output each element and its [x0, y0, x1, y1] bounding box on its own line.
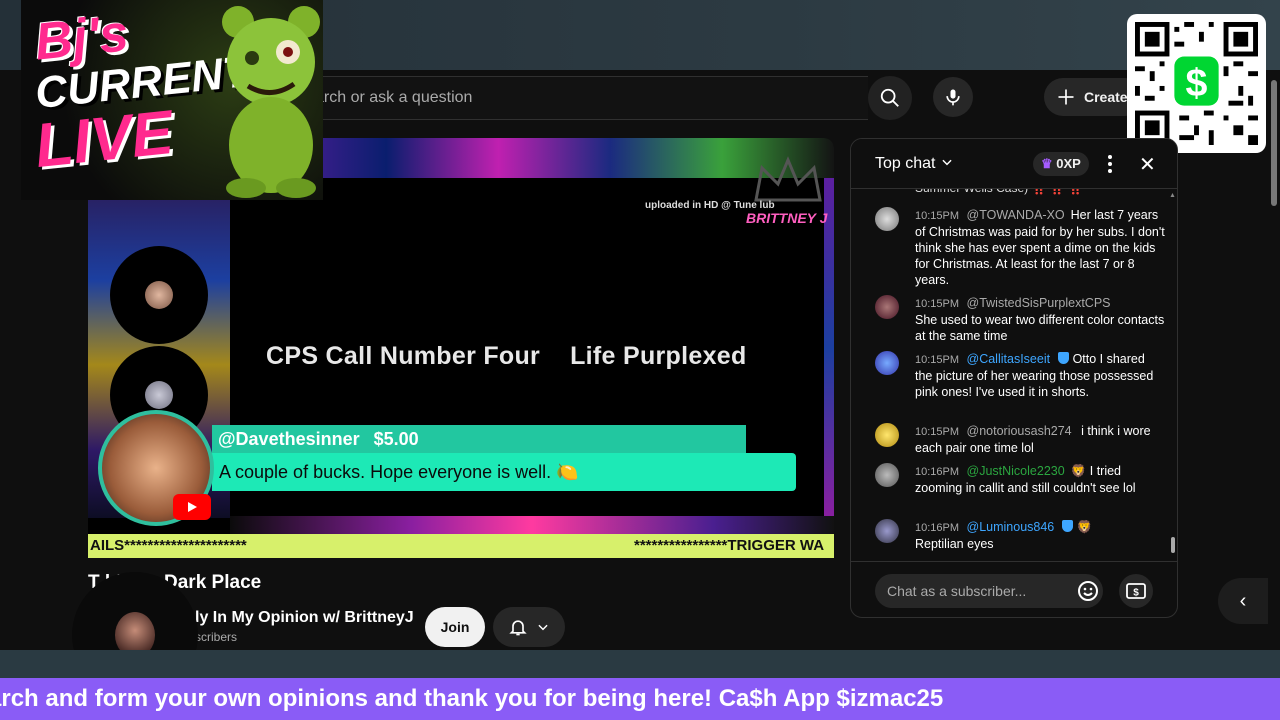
- bell-icon: [509, 620, 527, 636]
- more-options-icon[interactable]: [1103, 153, 1117, 175]
- super-chat-button[interactable]: $: [1119, 574, 1153, 608]
- chat-text: Reptilian eyes: [915, 537, 994, 551]
- live-chat-panel: Summer Wells Case) ‼️ ‼️ ‼️ 10:15PM @TOW…: [850, 138, 1178, 618]
- expand-panel-button[interactable]: ‹: [1218, 578, 1268, 624]
- guest-avatar: [110, 246, 208, 344]
- close-chat-icon[interactable]: ✕: [1139, 152, 1156, 177]
- page-bottom-strip: [0, 650, 1280, 678]
- xp-badge[interactable]: ♛ 0XP: [1033, 152, 1089, 176]
- chat-message: 10:15PM @TOWANDA-XO Her last 7 years of C…: [875, 207, 1165, 288]
- superchat-header: @Davethesinner $5.00: [212, 425, 746, 453]
- svg-text:$: $: [1133, 588, 1139, 599]
- chat-text: She used to wear two different color con…: [915, 313, 1165, 343]
- banner-text: arch and form your own opinions and than…: [0, 685, 944, 712]
- chat-author[interactable]: @notoriousash274: [967, 424, 1072, 438]
- guest-face: [145, 281, 173, 309]
- create-label: Create: [1084, 89, 1128, 105]
- chat-message: 10:15PM @CallitasIseeit Otto I shared th…: [875, 351, 1165, 400]
- screen-title-right: Life Purplexed: [570, 342, 747, 370]
- brittney-watermark: BRITTNEY J: [746, 210, 828, 226]
- search-input[interactable]: [301, 77, 868, 119]
- chat-author[interactable]: @Luminous846: [967, 520, 1055, 534]
- emoji-icon[interactable]: [1076, 579, 1100, 603]
- chat-time: 10:15PM: [915, 210, 960, 222]
- cash-app-qr-code: $: [1127, 14, 1266, 153]
- chevron-down-icon: [942, 159, 952, 166]
- verified-badge-icon: [1062, 520, 1074, 532]
- member-badge-icon: 🦁: [1076, 520, 1093, 534]
- chat-scrollbar[interactable]: [1170, 191, 1175, 561]
- member-badge-icon: 🦁: [1070, 464, 1087, 478]
- chat-message: 10:16PM @Luminous846 🦁 Reptilian eyes: [875, 519, 1165, 552]
- join-button[interactable]: Join: [425, 607, 485, 647]
- chat-time: 10:16PM: [915, 466, 960, 478]
- chat-avatar: [875, 351, 899, 375]
- ticker-left: AILS*********************: [90, 537, 247, 554]
- ticker-right: ****************TRIGGER WA: [634, 537, 825, 554]
- chat-time: 10:15PM: [915, 354, 960, 366]
- chat-time: 10:16PM: [915, 522, 960, 534]
- chat-avatar: [875, 207, 899, 231]
- chat-avatar: [875, 519, 899, 543]
- chat-header: Top chat ♛ 0XP ✕: [851, 139, 1177, 189]
- chat-author[interactable]: @TwistedSisPurplextCPS: [967, 296, 1111, 310]
- chat-avatar: [875, 295, 899, 319]
- page-scrollbar-thumb[interactable]: [1271, 80, 1277, 206]
- verified-badge-icon: [1058, 352, 1070, 364]
- chevron-down-icon: [538, 624, 548, 631]
- gummy-bear-icon: [222, 6, 320, 198]
- youtube-icon: [173, 494, 211, 520]
- xp-value: 0XP: [1056, 156, 1081, 171]
- chevron-left-icon: ‹: [1239, 589, 1247, 612]
- voice-search-button[interactable]: [933, 77, 973, 117]
- stream-logo: Bj's CURRENT LIVE: [21, 0, 323, 200]
- news-ticker: AILS********************* **************…: [88, 534, 834, 558]
- chat-author[interactable]: @JustNicole2230: [967, 464, 1065, 478]
- chat-scrollbar-thumb[interactable]: [1171, 537, 1175, 553]
- top-chat-label: Top chat: [875, 155, 936, 172]
- guest-face: [145, 381, 173, 409]
- qr-code-icon: $: [1135, 22, 1258, 145]
- video-frame-art: [824, 178, 834, 518]
- search-box[interactable]: [300, 76, 868, 120]
- chat-author[interactable]: @CallitasIseeit: [967, 352, 1051, 366]
- microphone-icon: [946, 89, 960, 106]
- top-chat-dropdown[interactable]: Top chat: [875, 155, 954, 173]
- svg-text:$: $: [1186, 61, 1208, 105]
- scrolling-banner: arch and form your own opinions and than…: [0, 678, 1280, 720]
- search-button[interactable]: [868, 76, 912, 120]
- superchat-message: A couple of bucks. Hope everyone is well…: [212, 453, 796, 491]
- chat-avatar: [875, 423, 899, 447]
- chat-avatar: [875, 463, 899, 487]
- crown-icon: ♛: [1041, 156, 1053, 171]
- plus-icon: [1058, 89, 1074, 105]
- notifications-button[interactable]: [493, 607, 565, 647]
- video-frame-art: [230, 516, 834, 534]
- screen-title: CPS Call Number Four Life Purplexed: [266, 342, 747, 371]
- search-icon: [880, 88, 899, 107]
- chat-author[interactable]: @TOWANDA-XO: [967, 208, 1065, 222]
- chat-input[interactable]: Chat as a subscriber...: [875, 574, 1103, 608]
- chat-messages: Summer Wells Case) ‼️ ‼️ ‼️ 10:15PM @TOW…: [851, 179, 1177, 559]
- chat-time: 10:15PM: [915, 298, 960, 310]
- chat-footer: Chat as a subscriber... $: [851, 561, 1177, 617]
- channel-name[interactable]: ly In My Opinion w/ BrittneyJ: [195, 609, 414, 627]
- chat-message: 10:15PM @notoriousash274 i think i wore …: [875, 423, 1165, 456]
- chat-message: 10:16PM @JustNicole2230 🦁 I tried zooming…: [875, 463, 1165, 496]
- subscriber-count: scribers: [195, 630, 238, 644]
- logo-line-3: LIVE: [31, 97, 177, 182]
- money-icon: $: [1126, 583, 1146, 599]
- superchat-author: @Davethesinner: [218, 429, 360, 449]
- chat-message: 10:15PM @TwistedSisPurplextCPS She used t…: [875, 295, 1165, 344]
- screen-title-left: CPS Call Number Four: [266, 342, 541, 370]
- superchat-amount: $5.00: [373, 429, 419, 449]
- chat-time: 10:15PM: [915, 426, 960, 438]
